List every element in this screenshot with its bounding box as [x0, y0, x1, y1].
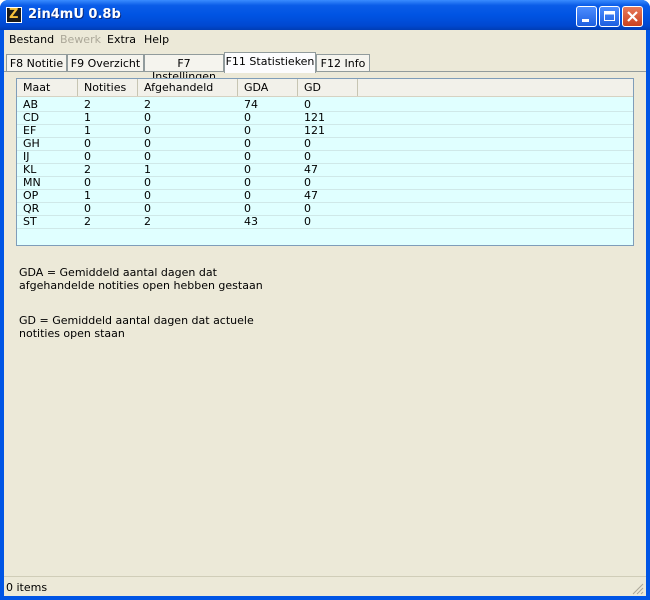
cell-gd: 121	[304, 111, 325, 124]
column-header-gda[interactable]: GDA	[238, 79, 298, 96]
gd-legend-line1: GD = Gemiddeld aantal dagen dat actuele	[19, 314, 254, 327]
cell-notities: 0	[84, 150, 91, 163]
table-row[interactable]: EF 1 0 0 121	[17, 124, 633, 138]
cell-notities: 0	[84, 176, 91, 189]
cell-maat: OP	[23, 189, 39, 202]
cell-gd: 0	[304, 150, 311, 163]
column-header-afgehandeld[interactable]: Afgehandeld	[138, 79, 238, 96]
cell-gd: 0	[304, 137, 311, 150]
table-row[interactable]: AB 2 2 74 0	[17, 98, 633, 112]
cell-afgehandeld: 0	[144, 189, 151, 202]
cell-gd: 47	[304, 163, 318, 176]
table-row[interactable]: IJ 0 0 0 0	[17, 150, 633, 164]
column-header-notities[interactable]: Notities	[78, 79, 138, 96]
table-row[interactable]: QR 0 0 0 0	[17, 202, 633, 216]
cell-gd: 0	[304, 202, 311, 215]
cell-gda: 0	[244, 176, 251, 189]
resize-grip-icon[interactable]	[632, 583, 644, 595]
app-window: Z 2in4mU 0.8b Bestand Bewerk Extra Help …	[0, 0, 650, 600]
cell-afgehandeld: 0	[144, 137, 151, 150]
cell-gd: 47	[304, 189, 318, 202]
cell-gda: 74	[244, 98, 258, 111]
stats-listview[interactable]: Maat Notities Afgehandeld GDA GD AB 2 2 74 0…	[16, 78, 634, 246]
cell-notities: 1	[84, 111, 91, 124]
cell-maat: ST	[23, 215, 37, 228]
column-header-gd[interactable]: GD	[298, 79, 358, 96]
table-row[interactable]: ST 2 2 43 0	[17, 215, 633, 229]
menu-extra[interactable]: Extra	[107, 33, 136, 46]
cell-gd: 0	[304, 176, 311, 189]
cell-notities: 0	[84, 137, 91, 150]
cell-maat: QR	[23, 202, 40, 215]
table-row[interactable]: GH 0 0 0 0	[17, 137, 633, 151]
menu-bewerk[interactable]: Bewerk	[60, 33, 101, 46]
listview-header: Maat Notities Afgehandeld GDA GD	[17, 79, 633, 97]
menu-bar: Bestand Bewerk Extra Help	[4, 30, 646, 49]
cell-afgehandeld: 1	[144, 163, 151, 176]
cell-gda: 0	[244, 150, 251, 163]
cell-gda: 0	[244, 124, 251, 137]
maximize-icon	[604, 11, 615, 21]
table-row[interactable]: CD 1 0 0 121	[17, 111, 633, 125]
maximize-button[interactable]	[599, 6, 620, 27]
tab-instellingen[interactable]: F7 Instellingen	[144, 54, 224, 83]
cell-gda: 0	[244, 189, 251, 202]
cell-gda: 0	[244, 137, 251, 150]
cell-gd: 121	[304, 124, 325, 137]
cell-afgehandeld: 0	[144, 176, 151, 189]
cell-gda: 0	[244, 202, 251, 215]
cell-gda: 0	[244, 163, 251, 176]
tab-statistieken[interactable]: F11 Statistieken	[224, 52, 316, 73]
tab-strip: F8 Notitie F9 Overzicht F7 Instellingen …	[4, 52, 646, 83]
cell-maat: EF	[23, 124, 37, 137]
cell-afgehandeld: 2	[144, 98, 151, 111]
window-title: 2in4mU 0.8b	[28, 7, 121, 22]
tab-notitie[interactable]: F8 Notitie	[6, 54, 67, 72]
cell-afgehandeld: 0	[144, 150, 151, 163]
cell-gda: 43	[244, 215, 258, 228]
menu-bestand[interactable]: Bestand	[9, 33, 54, 46]
cell-maat: IJ	[23, 150, 30, 163]
cell-notities: 2	[84, 98, 91, 111]
cell-afgehandeld: 0	[144, 202, 151, 215]
client-area: Bestand Bewerk Extra Help F8 Notitie F9 …	[4, 30, 646, 596]
cell-notities: 2	[84, 163, 91, 176]
cell-maat: KL	[23, 163, 37, 176]
minimize-icon	[582, 19, 589, 22]
menu-help[interactable]: Help	[144, 33, 169, 46]
status-text: 0 items	[6, 581, 48, 594]
column-header-maat[interactable]: Maat	[17, 79, 78, 96]
title-bar[interactable]: Z 2in4mU 0.8b	[0, 0, 650, 30]
tab-overzicht[interactable]: F9 Overzicht	[67, 54, 144, 72]
cell-maat: AB	[23, 98, 39, 111]
cell-maat: CD	[23, 111, 40, 124]
tab-info[interactable]: F12 Info	[316, 54, 370, 72]
cell-maat: GH	[23, 137, 40, 150]
cell-gd: 0	[304, 98, 311, 111]
status-bar: 0 items	[4, 576, 646, 597]
close-button[interactable]	[622, 6, 643, 27]
gd-legend-line2: notities open staan	[19, 327, 125, 340]
cell-afgehandeld: 0	[144, 124, 151, 137]
cell-gd: 0	[304, 215, 311, 228]
minimize-button[interactable]	[576, 6, 597, 27]
table-row[interactable]: OP 1 0 0 47	[17, 189, 633, 203]
table-row[interactable]: MN 0 0 0 0	[17, 176, 633, 190]
cell-maat: MN	[23, 176, 41, 189]
cell-notities: 1	[84, 189, 91, 202]
table-row[interactable]: KL 2 1 0 47	[17, 163, 633, 177]
cell-gda: 0	[244, 111, 251, 124]
cell-notities: 2	[84, 215, 91, 228]
cell-afgehandeld: 0	[144, 111, 151, 124]
app-icon[interactable]: Z	[6, 7, 22, 23]
column-header-filler	[358, 79, 633, 96]
cell-notities: 1	[84, 124, 91, 137]
gda-legend-line1: GDA = Gemiddeld aantal dagen dat	[19, 266, 217, 279]
close-icon	[627, 11, 638, 22]
cell-notities: 0	[84, 202, 91, 215]
gda-legend-line2: afgehandelde notities open hebben gestaa…	[19, 279, 263, 292]
cell-afgehandeld: 2	[144, 215, 151, 228]
